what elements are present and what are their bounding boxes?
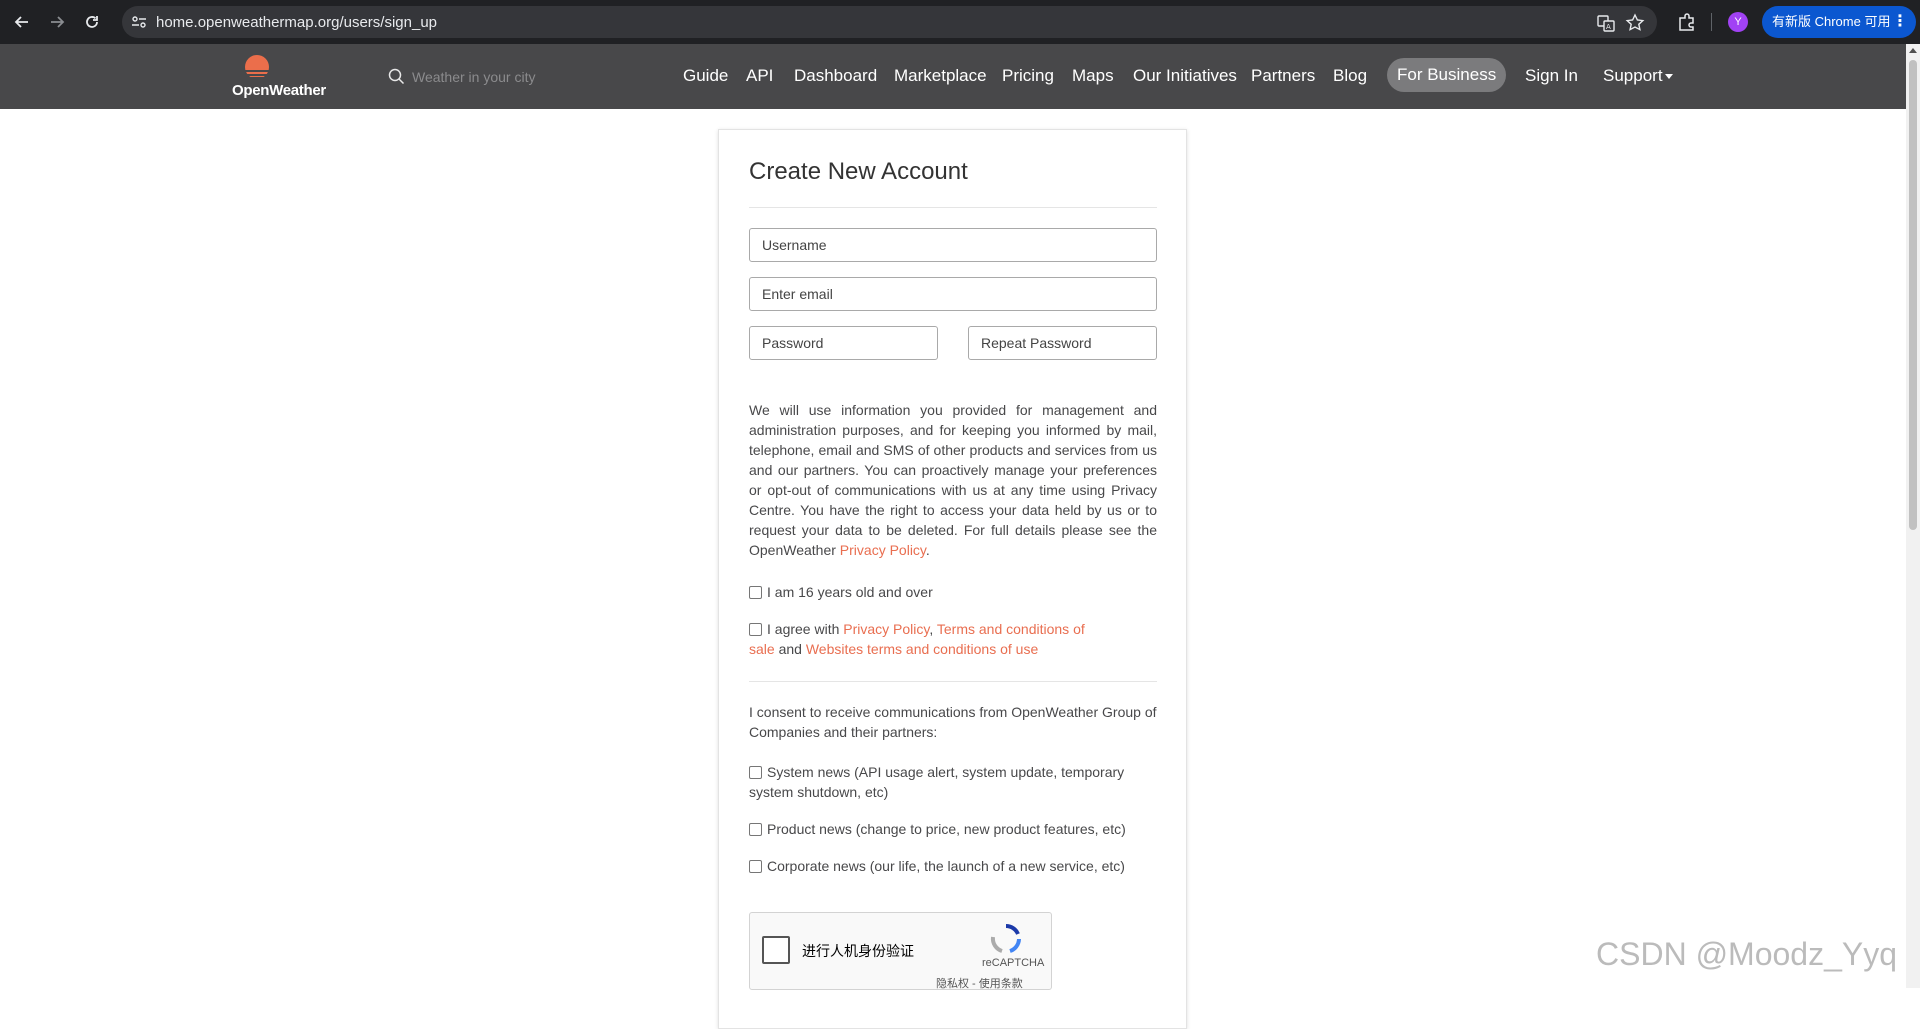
agree-terms-label: I agree with Privacy Policy, Terms and c… xyxy=(749,619,1094,659)
system-news-label: System news (API usage alert, system upd… xyxy=(749,764,1125,800)
for-business-button[interactable]: For Business xyxy=(1387,58,1507,92)
menu-item-guide[interactable]: Guide xyxy=(683,66,728,86)
menu-item-dashboard[interactable]: Dashboard xyxy=(794,66,877,86)
browser-toolbar: home.openweathermap.org/users/sign_up A … xyxy=(0,0,1920,44)
menu-item-blog[interactable]: Blog xyxy=(1333,66,1367,86)
city-search-input[interactable] xyxy=(412,66,582,88)
consent-divider xyxy=(749,681,1157,682)
menu-item-partners[interactable]: Partners xyxy=(1251,66,1315,86)
corporate-news-checkbox[interactable] xyxy=(749,860,762,873)
translate-icon[interactable]: A xyxy=(1596,13,1616,33)
svg-text:A: A xyxy=(1606,23,1611,31)
title-divider xyxy=(749,207,1157,208)
menu-item-maps[interactable]: Maps xyxy=(1072,66,1114,86)
address-bar[interactable]: home.openweathermap.org/users/sign_up A xyxy=(122,6,1657,38)
toolbar-divider xyxy=(1711,13,1712,31)
chevron-down-icon xyxy=(1664,74,1673,80)
back-icon[interactable] xyxy=(10,10,34,34)
consent-text: I consent to receive communications from… xyxy=(749,704,1157,740)
support-label: Support xyxy=(1603,66,1663,85)
menu-item-pricing[interactable]: Pricing xyxy=(1002,66,1054,86)
menu-item-support[interactable]: Support xyxy=(1603,66,1673,86)
product-news-label: Product news (change to price, new produ… xyxy=(767,821,1126,837)
logo-text: OpenWeather xyxy=(232,82,326,99)
recaptcha-label: 进行人机身份验证 xyxy=(802,943,914,959)
agree-prefix: I agree with xyxy=(767,621,840,637)
agree-comma: , xyxy=(929,621,934,637)
password-input[interactable] xyxy=(749,326,938,360)
agree-and: and xyxy=(778,641,802,657)
chrome-update-label: 有新版 Chrome 可用 xyxy=(1772,14,1891,29)
menu-item-marketplace[interactable]: Marketplace xyxy=(894,66,987,86)
recaptcha-checkbox[interactable] xyxy=(762,936,790,964)
product-news-checkbox[interactable] xyxy=(749,823,762,836)
repeat-password-input[interactable] xyxy=(968,326,1157,360)
bookmark-star-icon[interactable] xyxy=(1625,13,1645,33)
username-input[interactable] xyxy=(749,228,1157,262)
site-info-icon[interactable] xyxy=(130,13,148,31)
url-text[interactable]: home.openweathermap.org/users/sign_up xyxy=(156,14,437,31)
recaptcha-widget: 进行人机身份验证 reCAPTCHA 隐私权 - 使用条款 xyxy=(749,912,1052,990)
privacy-policy-link[interactable]: Privacy Policy xyxy=(840,542,926,558)
csdn-watermark: CSDN @Moodz_Yyq xyxy=(1596,936,1898,972)
scrollbar-thumb[interactable] xyxy=(1909,60,1917,530)
profile-avatar[interactable]: Y xyxy=(1728,12,1748,32)
agree-privacy-policy-link[interactable]: Privacy Policy xyxy=(843,621,929,637)
corporate-news-label: Corporate news (our life, the launch of … xyxy=(767,858,1125,874)
city-search xyxy=(388,66,588,88)
extensions-icon[interactable] xyxy=(1676,11,1698,33)
logo-sun-icon xyxy=(242,55,272,80)
openweather-logo[interactable]: OpenWeather xyxy=(232,54,328,100)
forward-icon[interactable] xyxy=(45,10,69,34)
more-menu-icon[interactable]: ⋮ xyxy=(1892,6,1908,38)
website-terms-link[interactable]: Websites terms and conditions of use xyxy=(806,641,1038,657)
site-header: OpenWeather Guide API Dashboard Marketpl… xyxy=(0,44,1906,109)
recaptcha-terms[interactable]: 隐私权 - 使用条款 xyxy=(936,975,1023,991)
age-checkbox[interactable] xyxy=(749,586,762,599)
policy-period: . xyxy=(925,542,930,558)
menu-item-our-initiatives[interactable]: Our Initiatives xyxy=(1133,66,1237,86)
chrome-update-button[interactable]: 有新版 Chrome 可用 ⋮ xyxy=(1762,6,1916,38)
email-input[interactable] xyxy=(749,277,1157,311)
page-scrollbar[interactable] xyxy=(1906,44,1920,988)
signup-card: Create New Account We will use informati… xyxy=(718,129,1187,1029)
reload-icon[interactable] xyxy=(80,10,104,34)
data-usage-notice: We will use information you provided for… xyxy=(749,400,1157,560)
policy-text: We will use information you provided for… xyxy=(749,402,1157,558)
age-label: I am 16 years old and over xyxy=(767,584,933,600)
search-icon[interactable] xyxy=(388,68,405,85)
recaptcha-logo-icon xyxy=(990,924,1021,953)
form-title: Create New Account xyxy=(749,158,968,185)
menu-item-api[interactable]: API xyxy=(746,66,773,86)
recaptcha-brand: reCAPTCHA xyxy=(982,957,1045,969)
menu-item-sign-in[interactable]: Sign In xyxy=(1525,66,1578,86)
scroll-up-arrow-icon[interactable] xyxy=(1909,48,1917,53)
